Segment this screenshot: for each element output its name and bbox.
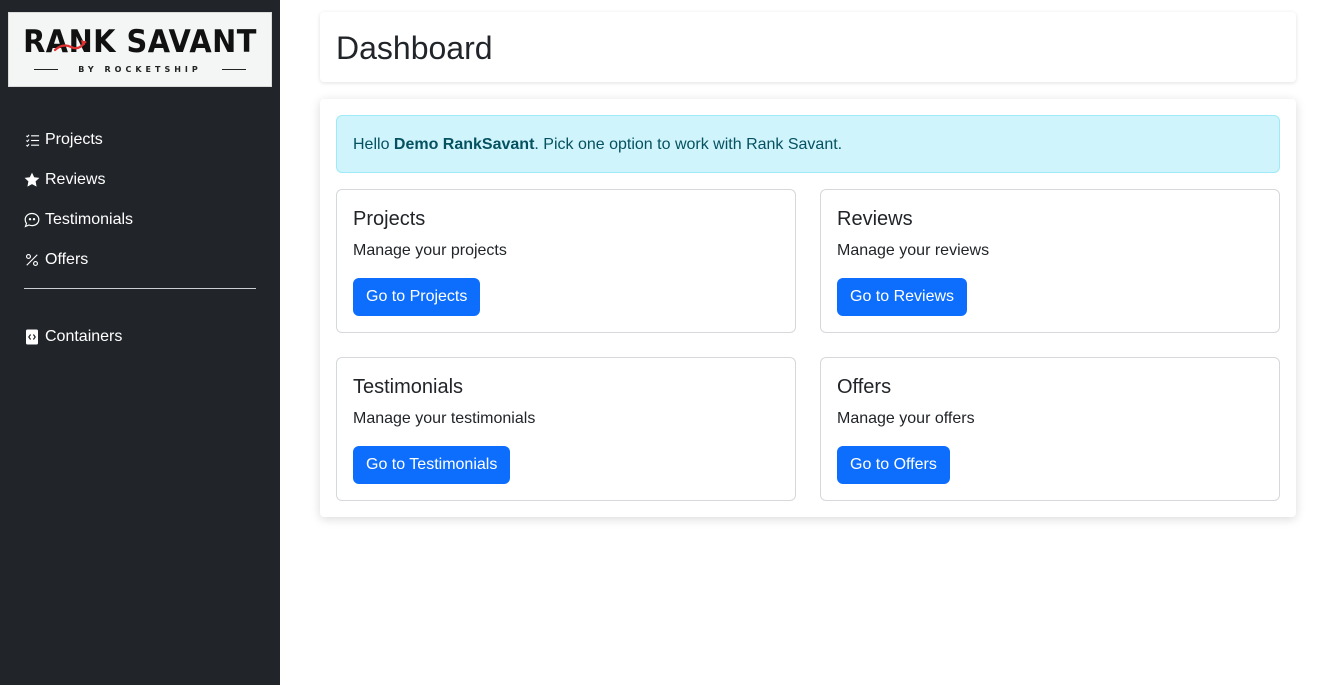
sidebar-divider bbox=[24, 288, 256, 289]
go-to-reviews-button[interactable]: Go to Reviews bbox=[837, 278, 968, 316]
go-to-testimonials-button[interactable]: Go to Testimonials bbox=[353, 446, 511, 484]
card-title: Projects bbox=[353, 208, 426, 230]
card-title: Reviews bbox=[837, 208, 913, 230]
go-to-offers-button[interactable]: Go to Offers bbox=[837, 446, 950, 484]
logo-divider bbox=[34, 68, 59, 70]
projects-card: Projects Manage your projects Go to Proj… bbox=[336, 189, 796, 333]
rocket-swoosh-icon bbox=[53, 40, 87, 52]
list-check-icon bbox=[24, 132, 40, 148]
go-to-projects-button[interactable]: Go to Projects bbox=[353, 278, 481, 316]
alert-prefix: Hello bbox=[353, 136, 394, 153]
sidebar-item-label: Testimonials bbox=[45, 211, 134, 228]
card-text: Manage your projects bbox=[353, 242, 507, 259]
offers-card: Offers Manage your offers Go to Offers bbox=[820, 357, 1280, 501]
page-title: Dashboard bbox=[336, 30, 493, 66]
sidebar-item-label: Reviews bbox=[45, 171, 106, 188]
sidebar-item-offers[interactable]: Offers bbox=[24, 248, 256, 272]
sidebar-item-testimonials[interactable]: Testimonials bbox=[24, 208, 256, 232]
sidebar-item-reviews[interactable]: Reviews bbox=[24, 168, 256, 192]
card-text: Manage your offers bbox=[837, 410, 975, 427]
sidebar-item-label: Offers bbox=[45, 251, 89, 268]
page-header: Dashboard bbox=[320, 12, 1296, 82]
card-title: Offers bbox=[837, 376, 892, 398]
sidebar-item-label: Projects bbox=[45, 131, 103, 148]
brand-logo[interactable]: RANK SAVANT BY ROCKETSHIP bbox=[8, 12, 272, 87]
card-text: Manage your reviews bbox=[837, 242, 990, 259]
card-title: Testimonials bbox=[353, 376, 464, 398]
alert-suffix: . Pick one option to work with Rank Sava… bbox=[534, 136, 843, 153]
card-text: Manage your testimonials bbox=[353, 410, 536, 427]
percent-icon bbox=[24, 252, 40, 268]
logo-divider bbox=[221, 68, 246, 70]
star-icon bbox=[24, 172, 40, 188]
welcome-alert: Hello Demo RankSavant. Pick one option t… bbox=[336, 115, 1280, 173]
reviews-card: Reviews Manage your reviews Go to Review… bbox=[820, 189, 1280, 333]
logo-tagline: BY ROCKETSHIP bbox=[78, 64, 202, 74]
sidebar: RANK SAVANT BY ROCKETSHIP Projects Revie… bbox=[0, 0, 280, 685]
sidebar-item-containers[interactable]: Containers bbox=[24, 325, 256, 349]
testimonials-card: Testimonials Manage your testimonials Go… bbox=[336, 357, 796, 501]
sidebar-item-label: Containers bbox=[45, 328, 123, 345]
alert-user-name: Demo RankSavant bbox=[393, 136, 535, 153]
file-code-icon bbox=[24, 329, 40, 345]
logo-tagline-row: BY ROCKETSHIP bbox=[25, 63, 255, 75]
chat-quote-icon bbox=[24, 212, 40, 228]
sidebar-nav: Projects Reviews Testimonials Offers Con… bbox=[24, 128, 256, 365]
sidebar-item-projects[interactable]: Projects bbox=[24, 128, 256, 152]
dashboard-panel: Hello Demo RankSavant. Pick one option t… bbox=[320, 99, 1296, 517]
